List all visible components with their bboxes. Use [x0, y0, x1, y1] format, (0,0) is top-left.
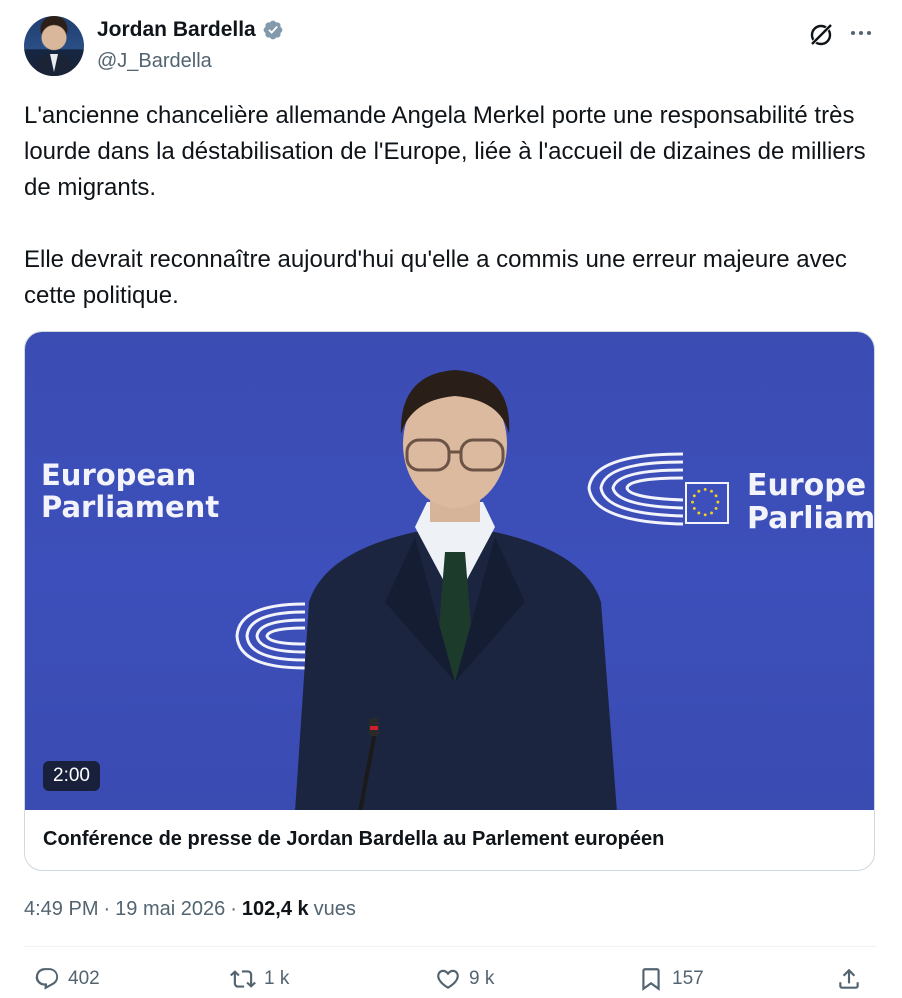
tweet-time[interactable]: 4:49 PM	[24, 898, 98, 921]
verified-badge-icon[interactable]	[262, 19, 284, 41]
tweet-date[interactable]: 19 mai 2026	[115, 898, 225, 921]
tweet-text: L'ancienne chancelière allemande Angela …	[24, 102, 866, 309]
reply-button[interactable]: 402	[34, 966, 100, 992]
like-icon	[437, 969, 459, 989]
video-player[interactable]: European Parliament Europe Parliam 2:00	[25, 332, 875, 810]
media-card[interactable]: European Parliament Europe Parliam 2:00 …	[24, 331, 875, 871]
bookmark-count: 157	[672, 968, 704, 989]
action-bar: 402 1 k 9 k 157	[24, 966, 876, 998]
views-label: vues	[313, 898, 356, 920]
eu-flag-icon	[685, 482, 729, 524]
bookmark-button[interactable]: 157	[638, 966, 704, 992]
backdrop-right-line1: Europe	[747, 468, 867, 503]
bookmark-icon	[642, 968, 660, 991]
display-name[interactable]: Jordan Bardella	[97, 18, 256, 42]
backdrop-label-right: Europe Parliam	[747, 468, 875, 536]
reply-count: 402	[68, 968, 100, 989]
like-count: 9 k	[469, 968, 495, 989]
share-icon	[839, 968, 859, 989]
repost-button[interactable]: 1 k	[230, 966, 289, 992]
name-row: Jordan Bardella	[97, 18, 284, 42]
backdrop-right-line2: Parliam	[747, 501, 875, 536]
grok-icon[interactable]	[808, 22, 834, 48]
backdrop-label-left: European Parliament	[41, 458, 220, 524]
like-button[interactable]: 9 k	[435, 966, 494, 992]
reply-icon	[35, 968, 59, 990]
tweet-header: Jordan Bardella @J_Bardella	[24, 16, 878, 78]
views-count: 102,4 k	[241, 898, 309, 920]
meta-separator: ·	[230, 898, 237, 920]
avatar[interactable]	[24, 16, 84, 76]
more-icon[interactable]	[848, 20, 874, 46]
backdrop-left-line2: Parliament	[41, 489, 220, 524]
repost-count: 1 k	[264, 968, 290, 989]
handle[interactable]: @J_Bardella	[97, 50, 212, 73]
media-card-title[interactable]: Conférence de presse de Jordan Bardella …	[43, 828, 664, 851]
speaker-figure	[295, 370, 617, 810]
backdrop-left-line1: European	[41, 458, 197, 492]
meta-separator: ·	[103, 898, 111, 920]
share-button[interactable]	[836, 966, 862, 992]
divider	[24, 946, 876, 947]
tweet-metadata: 4:49 PM · 19 mai 2026 · 102,4 k vues	[24, 898, 356, 921]
video-duration-badge: 2:00	[43, 761, 100, 791]
repost-icon	[230, 970, 256, 988]
